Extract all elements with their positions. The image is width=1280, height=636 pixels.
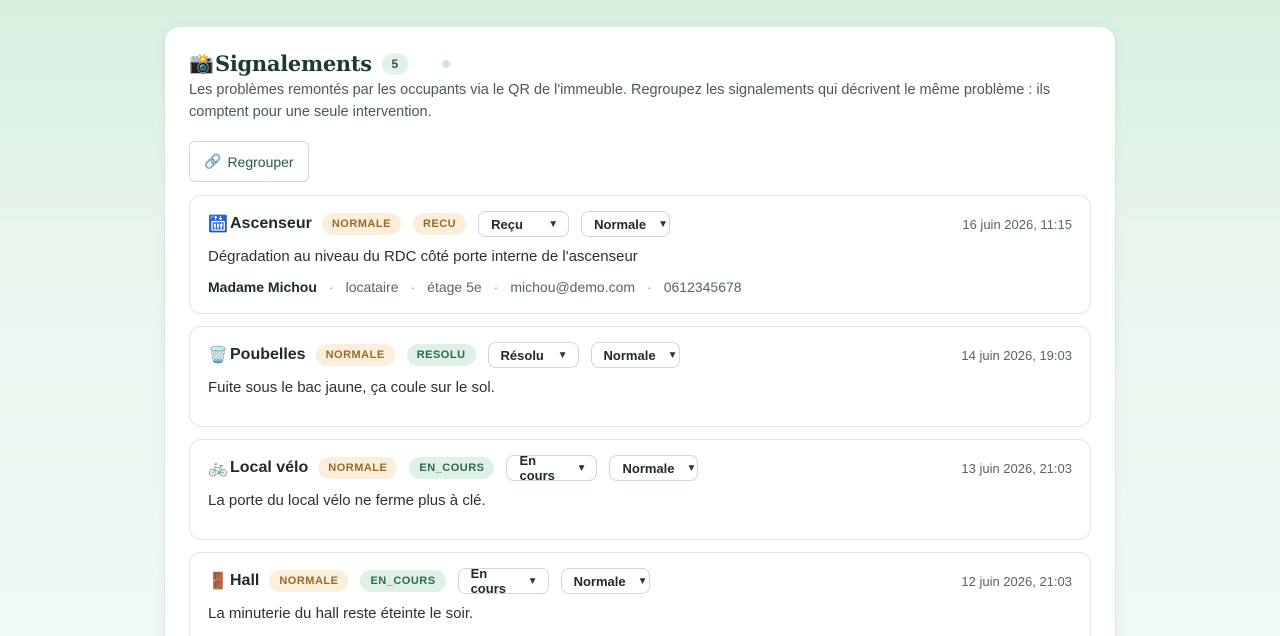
count-badge: 5 [381,52,408,75]
report-date: 14 juin 2026, 19:03 [961,347,1072,363]
reporter-info: Madame Michou · locataire · étage 5e · m… [208,279,1072,313]
chevron-down-icon: ▼ [686,462,697,474]
status-select[interactable]: En cours ▼ [506,453,598,483]
reports-panel: 📸 Signalements 5 Les problèmes remontés … [164,26,1116,636]
separator: · [493,279,499,295]
page-title: Signalements [215,51,372,76]
separator: · [328,279,334,295]
priority-badge: NORMALE [315,344,395,366]
camera-icon: 📸 [189,52,214,75]
reporter-floor: étage 5e [427,279,482,295]
reporter-role: locataire [345,279,399,295]
chevron-down-icon: ▼ [658,218,669,230]
report-category: Hall [230,572,260,589]
group-button[interactable]: 🔗 Regrouper [189,141,309,182]
link-icon: 🔗 [204,153,222,169]
report-card: 🛗 Ascenseur NORMALE RECU Reçu ▼ Normale ▼ … [189,195,1091,314]
status-badge: EN_COURS [360,570,446,592]
report-category: Ascenseur [230,215,312,232]
status-select[interactable]: En cours ▼ [457,566,549,596]
report-category: Local vélo [230,459,309,476]
reporter-phone: 0612345678 [663,279,742,295]
chevron-down-icon: ▼ [576,462,587,474]
chevron-down-icon: ▼ [548,218,559,230]
priority-badge: NORMALE [321,213,401,235]
report-message: Fuite sous le bac jaune, ça coule sur le… [208,379,495,396]
report-card: 🗑️ Poubelles NORMALE RESOLU Résolu ▼ Norm… [189,326,1091,427]
report-card: 🚲 Local vélo NORMALE EN_COURS En cours ▼ … [189,439,1091,540]
panel-header: 📸 Signalements 5 [189,51,450,76]
priority-select[interactable]: Normale ▼ [560,568,650,594]
chevron-down-icon: ▼ [527,575,538,587]
report-category: Poubelles [230,346,306,363]
reporter-name: Madame Michou [208,279,317,295]
bicycle-icon: 🚲 [208,460,228,477]
priority-select[interactable]: Normale ▼ [590,342,680,368]
separator: · [410,279,416,295]
group-button-label: Regrouper [227,153,294,170]
report-date: 16 juin 2026, 11:15 [962,216,1072,232]
elevator-icon: 🛗 [208,216,228,233]
trash-icon: 🗑️ [208,347,228,364]
status-select[interactable]: Résolu ▼ [487,342,579,368]
reporter-email: michou@demo.com [510,279,636,295]
status-badge: RECU [412,213,467,235]
report-date: 13 juin 2026, 21:03 [961,460,1072,476]
priority-select[interactable]: Normale ▼ [581,211,671,237]
report-message: La porte du local vélo ne ferme plus à c… [208,492,486,509]
report-message: La minuterie du hall reste éteinte le so… [208,605,474,622]
priority-select[interactable]: Normale ▼ [609,455,699,481]
priority-badge: NORMALE [318,457,398,479]
status-badge: EN_COURS [409,457,495,479]
reports-list: 🛗 Ascenseur NORMALE RECU Reçu ▼ Normale ▼ … [189,195,1091,636]
status-badge: RESOLU [406,344,476,366]
chevron-down-icon: ▼ [557,349,568,361]
report-message: Dégradation au niveau du RDC côté porte … [208,248,638,265]
chevron-down-icon: ▼ [667,349,678,361]
chevron-down-icon: ▼ [637,575,648,587]
report-date: 12 juin 2026, 21:03 [961,573,1072,589]
status-dot [441,59,450,68]
priority-badge: NORMALE [269,570,349,592]
status-select[interactable]: Reçu ▼ [478,211,570,237]
panel-description: Les problèmes remontés par les occupants… [189,82,1051,120]
separator: · [647,279,652,295]
door-icon: 🚪 [208,573,228,590]
report-card: 🚪 Hall NORMALE EN_COURS En cours ▼ Normal… [189,552,1091,636]
